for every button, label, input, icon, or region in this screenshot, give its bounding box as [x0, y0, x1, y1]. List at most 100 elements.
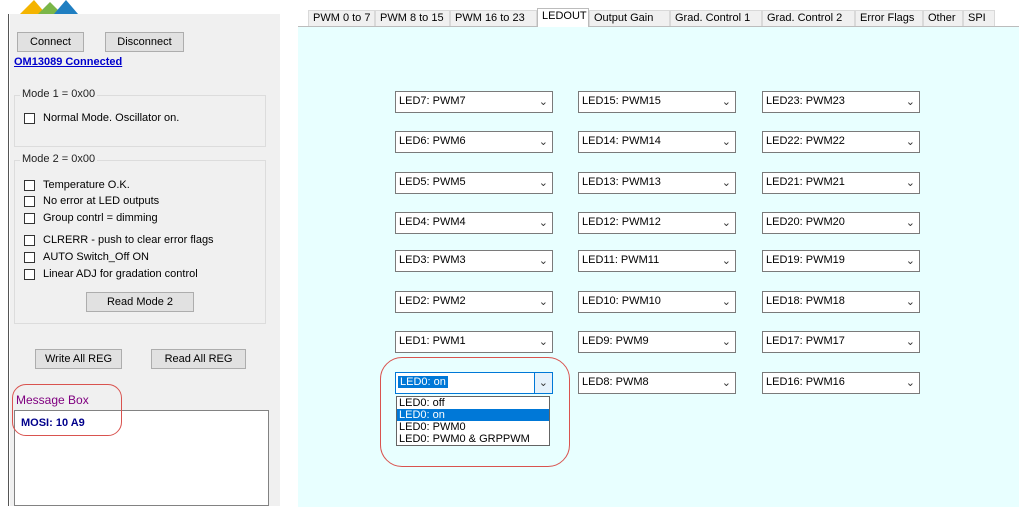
select-value: LED20: PWM20 [766, 216, 845, 228]
chevron-down-icon: ⌄ [721, 217, 731, 229]
annotation-circle-led0 [380, 357, 570, 467]
select-value: LED5: PWM5 [399, 176, 466, 188]
checkbox-label: Linear ADJ for gradation control [43, 268, 198, 280]
tab-pwm-0-to-7[interactable]: PWM 0 to 7 [308, 10, 375, 26]
select-value: LED17: PWM17 [766, 335, 845, 347]
led11-select[interactable]: LED11: PWM11 ⌄ [578, 250, 736, 272]
led8-select[interactable]: LED8: PWM8 ⌄ [578, 372, 736, 394]
chevron-down-icon: ⌄ [538, 255, 548, 267]
led3-select[interactable]: LED3: PWM3 ⌄ [395, 250, 553, 272]
led1-select[interactable]: LED1: PWM1 ⌄ [395, 331, 553, 353]
chevron-down-icon: ⌄ [721, 136, 731, 148]
connect-button[interactable]: Connect [17, 32, 84, 52]
read-mode2-button[interactable]: Read Mode 2 [86, 292, 194, 312]
tab-pwm-16-to-23[interactable]: PWM 16 to 23 [450, 10, 537, 26]
select-value: LED4: PWM4 [399, 216, 466, 228]
select-value: LED9: PWM9 [582, 335, 649, 347]
chevron-down-icon: ⌄ [538, 136, 548, 148]
led20-select[interactable]: LED20: PWM20 ⌄ [762, 212, 920, 234]
chevron-down-icon: ⌄ [538, 177, 548, 189]
led10-select[interactable]: LED10: PWM10 ⌄ [578, 291, 736, 313]
chevron-down-icon: ⌄ [721, 96, 731, 108]
select-value: LED13: PWM13 [582, 176, 661, 188]
mode2-temperature-checkbox[interactable]: Temperature O.K. [24, 179, 130, 191]
chevron-down-icon: ⌄ [905, 255, 915, 267]
tab-grad-control-1[interactable]: Grad. Control 1 [670, 10, 762, 26]
select-value: LED11: PWM11 [582, 254, 660, 266]
select-value: LED21: PWM21 [766, 176, 845, 188]
select-value: LED14: PWM14 [582, 135, 661, 147]
select-value: LED15: PWM15 [582, 95, 661, 107]
tab-ledout[interactable]: LEDOUT [537, 8, 589, 27]
checkbox-unchecked-icon[interactable] [24, 212, 35, 224]
chevron-down-icon: ⌄ [538, 96, 548, 108]
mode2-group-control-checkbox[interactable]: Group contrl = dimming [24, 212, 158, 224]
led12-select[interactable]: LED12: PWM12 ⌄ [578, 212, 736, 234]
tab-error-flags[interactable]: Error Flags [855, 10, 923, 26]
led21-select[interactable]: LED21: PWM21 ⌄ [762, 172, 920, 194]
tab-pwm-8-to-15[interactable]: PWM 8 to 15 [375, 10, 450, 26]
led4-select[interactable]: LED4: PWM4 ⌄ [395, 212, 553, 234]
led23-select[interactable]: LED23: PWM23 ⌄ [762, 91, 920, 113]
led22-select[interactable]: LED22: PWM22 ⌄ [762, 131, 920, 153]
led6-select[interactable]: LED6: PWM6 ⌄ [395, 131, 553, 153]
checkbox-unchecked-icon[interactable] [24, 112, 35, 124]
chevron-down-icon: ⌄ [721, 255, 731, 267]
chevron-down-icon: ⌄ [905, 296, 915, 308]
chevron-down-icon: ⌄ [538, 336, 548, 348]
led5-select[interactable]: LED5: PWM5 ⌄ [395, 172, 553, 194]
mode2-linear-adj-checkbox[interactable]: Linear ADJ for gradation control [24, 268, 198, 280]
led13-select[interactable]: LED13: PWM13 ⌄ [578, 172, 736, 194]
select-value: LED18: PWM18 [766, 295, 845, 307]
led15-select[interactable]: LED15: PWM15 ⌄ [578, 91, 736, 113]
tab-spi[interactable]: SPI [963, 10, 995, 26]
chevron-down-icon: ⌄ [905, 177, 915, 189]
chevron-down-icon: ⌄ [905, 217, 915, 229]
mode2-title: Mode 2 = 0x00 [20, 153, 98, 165]
connection-status-link[interactable]: OM13089 Connected [14, 56, 122, 68]
select-value: LED8: PWM8 [582, 376, 649, 388]
chevron-down-icon: ⌄ [905, 136, 915, 148]
mode1-title: Mode 1 = 0x00 [20, 88, 98, 100]
led19-select[interactable]: LED19: PWM19 ⌄ [762, 250, 920, 272]
checkbox-unchecked-icon[interactable] [24, 251, 35, 263]
write-all-reg-button[interactable]: Write All REG [35, 349, 122, 369]
checkbox-unchecked-icon[interactable] [24, 179, 35, 191]
checkbox-label: No error at LED outputs [43, 195, 160, 207]
mode2-auto-switch-off-checkbox[interactable]: AUTO Switch_Off ON [24, 251, 149, 263]
mode2-clrerr-checkbox[interactable]: CLRERR - push to clear error flags [24, 234, 214, 246]
select-value: LED6: PWM6 [399, 135, 466, 147]
select-value: LED2: PWM2 [399, 295, 466, 307]
select-value: LED19: PWM19 [766, 254, 845, 266]
disconnect-button[interactable]: Disconnect [105, 32, 184, 52]
select-value: LED12: PWM12 [582, 216, 661, 228]
mode2-led-error-checkbox[interactable]: No error at LED outputs [24, 195, 159, 207]
led2-select[interactable]: LED2: PWM2 ⌄ [395, 291, 553, 313]
led18-select[interactable]: LED18: PWM18 ⌄ [762, 291, 920, 313]
select-value: LED23: PWM23 [766, 95, 845, 107]
chevron-down-icon: ⌄ [721, 177, 731, 189]
select-value: LED1: PWM1 [399, 335, 466, 347]
chevron-down-icon: ⌄ [905, 336, 915, 348]
checkbox-unchecked-icon[interactable] [24, 268, 35, 280]
select-value: LED22: PWM22 [766, 135, 845, 147]
checkbox-label: CLRERR - push to clear error flags [43, 234, 214, 246]
checkbox-unchecked-icon[interactable] [24, 195, 35, 207]
chevron-down-icon: ⌄ [721, 377, 731, 389]
app-logo [20, 0, 78, 14]
led14-select[interactable]: LED14: PWM14 ⌄ [578, 131, 736, 153]
led9-select[interactable]: LED9: PWM9 ⌄ [578, 331, 736, 353]
led7-select[interactable]: LED7: PWM7 ⌄ [395, 91, 553, 113]
read-all-reg-button[interactable]: Read All REG [151, 349, 246, 369]
select-value: LED7: PWM7 [399, 95, 466, 107]
tab-grad-control-2[interactable]: Grad. Control 2 [762, 10, 855, 26]
select-value: LED3: PWM3 [399, 254, 466, 266]
chevron-down-icon: ⌄ [905, 377, 915, 389]
led16-select[interactable]: LED16: PWM16 ⌄ [762, 372, 920, 394]
tab-other[interactable]: Other [923, 10, 963, 26]
checkbox-unchecked-icon[interactable] [24, 234, 35, 246]
tab-output-gain[interactable]: Output Gain [589, 10, 670, 26]
chevron-down-icon: ⌄ [538, 217, 548, 229]
led17-select[interactable]: LED17: PWM17 ⌄ [762, 331, 920, 353]
mode1-normal-mode-checkbox[interactable]: Normal Mode. Oscillator on. [24, 112, 179, 124]
